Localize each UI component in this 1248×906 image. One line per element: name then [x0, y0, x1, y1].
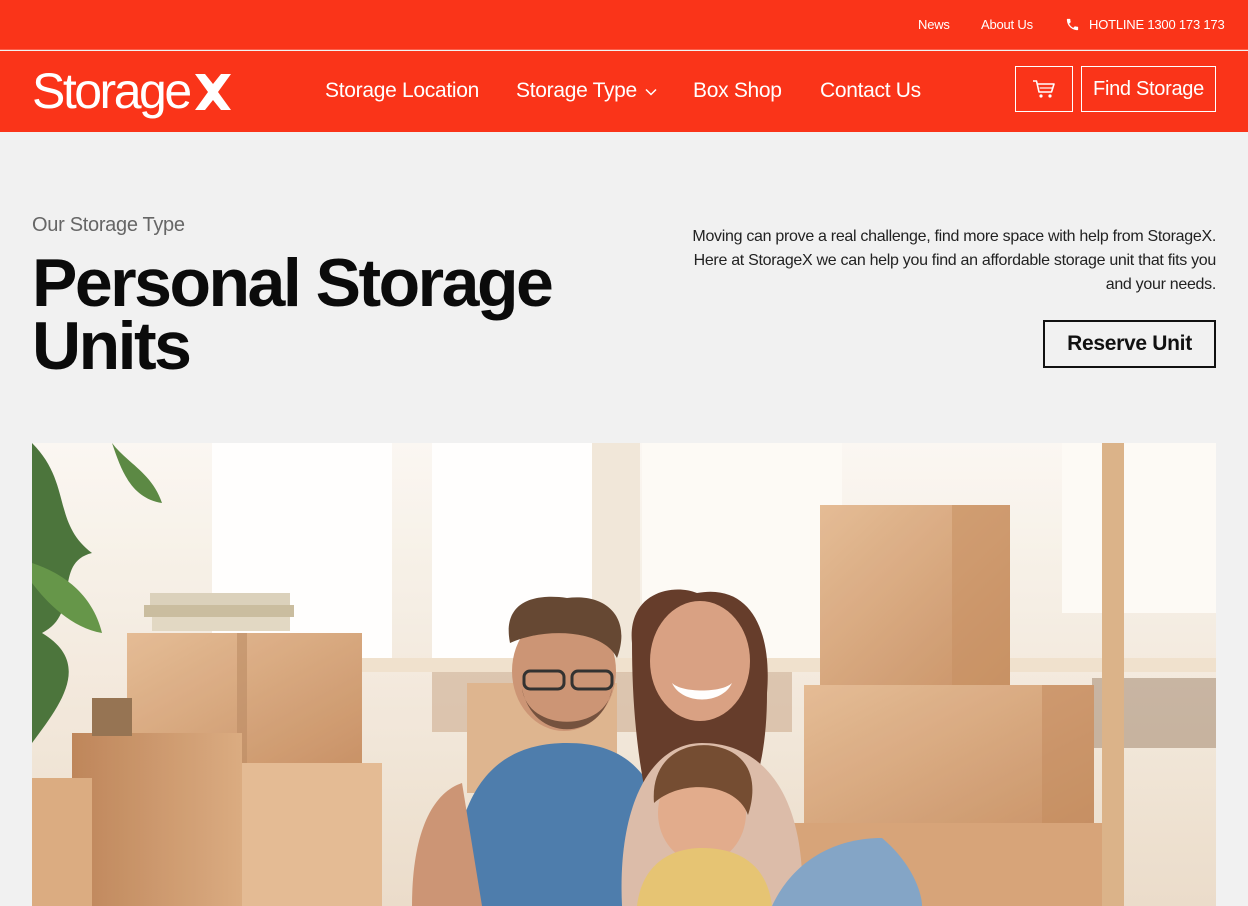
cart-button[interactable]: [1015, 66, 1073, 112]
family-with-moving-boxes-photo: [32, 443, 1216, 906]
shopping-cart-icon: [1033, 80, 1055, 98]
phone-icon: [1066, 18, 1079, 31]
find-storage-button[interactable]: Find Storage: [1081, 66, 1216, 112]
news-link[interactable]: News: [918, 17, 950, 32]
reserve-unit-button[interactable]: Reserve Unit: [1043, 320, 1216, 368]
chevron-down-icon: [645, 88, 657, 96]
top-bar: News About Us HOTLINE 1300 173 173: [0, 0, 1248, 50]
nav-storage-type[interactable]: Storage Type: [516, 79, 657, 103]
logo-x-icon: X: [194, 74, 231, 110]
about-us-link[interactable]: About Us: [981, 17, 1033, 32]
hero-image: [32, 443, 1216, 906]
hotline-label: HOTLINE 1300 173 173: [1089, 17, 1225, 32]
nav-storage-location[interactable]: Storage Location: [325, 79, 479, 103]
main-navigation: Storage X Storage Location Storage Type …: [0, 51, 1248, 132]
section-eyebrow: Our Storage Type: [32, 214, 185, 236]
page-title: Personal Storage Units: [32, 245, 554, 384]
nav-contact-us[interactable]: Contact Us: [820, 79, 921, 103]
storagex-logo[interactable]: Storage X: [32, 65, 233, 117]
hotline-link[interactable]: HOTLINE 1300 173 173: [1065, 17, 1225, 32]
nav-box-shop[interactable]: Box Shop: [693, 79, 782, 103]
nav-storage-type-label: Storage Type: [516, 79, 637, 102]
hero-description: Moving can prove a real challenge, find …: [692, 228, 1216, 293]
logo-wordmark: Storage: [32, 63, 192, 119]
